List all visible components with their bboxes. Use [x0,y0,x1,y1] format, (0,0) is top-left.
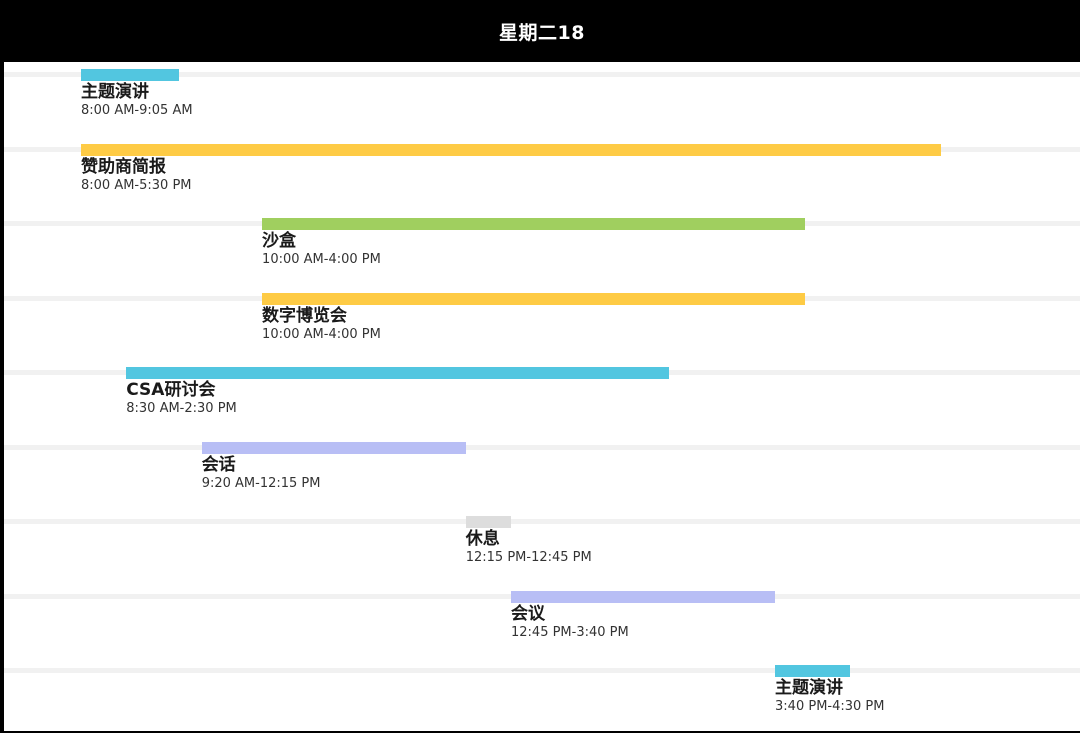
schedule-app: 星期二18 主题演讲 8:00 AM-9:05 AM 赞助商简报 8:00 AM-5:… [0,0,1080,733]
event-bar[interactable] [262,292,806,305]
row-separator [4,444,1080,450]
event-bar[interactable] [81,69,180,81]
event-title[interactable]: CSA研讨会 [126,380,215,400]
event-title[interactable]: 主题演讲 [81,82,149,102]
event-time: 3:40 PM-4:30 PM [775,699,885,714]
event-time: 12:45 PM-3:40 PM [511,624,629,640]
left-border [0,0,4,733]
event-title[interactable]: 会话 [202,455,236,475]
event-bar[interactable] [262,218,806,230]
event-title[interactable]: 数字博览会 [262,306,347,326]
event-time: 8:00 AM-9:05 AM [81,103,193,118]
day-title: 星期二18 [499,21,585,44]
event-bar[interactable] [511,590,776,603]
event-title[interactable]: 赞助商简报 [81,157,166,177]
row-separator [4,519,1080,524]
event-bar[interactable] [465,516,511,528]
event-time: 9:20 AM-12:15 PM [201,475,321,491]
event-bar[interactable] [126,367,670,379]
day-header: 星期二18 [0,0,1080,62]
event-title[interactable]: 会议 [511,604,545,624]
event-time: 8:00 AM-5:30 PM [81,177,192,193]
event-time: 8:30 AM-2:30 PM [126,401,237,416]
event-bar[interactable] [201,441,466,454]
event-title[interactable]: 主题演讲 [775,678,843,698]
event-time: 10:00 AM-4:00 PM [262,252,381,267]
row-separator [4,668,1080,673]
event-time: 10:00 AM-4:00 PM [262,326,381,342]
event-timeline: 主题演讲 8:00 AM-9:05 AM 赞助商简报 8:00 AM-5:30 PM 沙… [4,62,1080,731]
event-bar[interactable] [775,665,851,677]
event-title[interactable]: 沙盒 [262,231,296,251]
event-bar[interactable] [81,143,941,156]
event-time: 12:15 PM-12:45 PM [465,550,592,565]
event-title[interactable]: 休息 [466,529,500,549]
